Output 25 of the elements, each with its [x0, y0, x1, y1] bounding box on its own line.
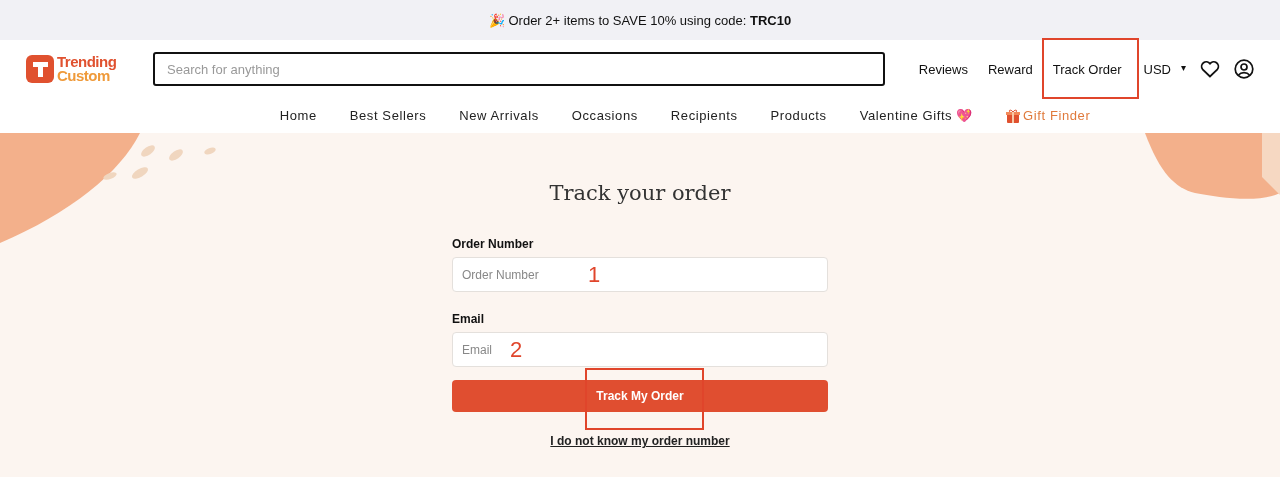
- nav-link[interactable]: Home: [279, 108, 317, 123]
- field-label: Email: [452, 312, 485, 326]
- nav-link[interactable]: Products: [770, 108, 827, 123]
- gift-icon: [1006, 108, 1021, 123]
- nav-link[interactable]: Valentine Gifts 💖: [859, 108, 974, 123]
- nav-link[interactable]: Best Sellers: [349, 108, 427, 123]
- track-my-order-button[interactable]: Track My Order: [452, 380, 828, 412]
- nav-link[interactable]: New Arrivals: [459, 108, 539, 123]
- currency-selector[interactable]: USD ▾: [1143, 61, 1186, 77]
- nav-link[interactable]: Recipients: [670, 108, 738, 123]
- heart-icon[interactable]: [1200, 60, 1220, 78]
- header-link[interactable]: Reviews: [908, 61, 978, 77]
- header-link[interactable]: Track Order: [1042, 61, 1132, 77]
- logo-icon[interactable]: [26, 55, 54, 83]
- field-label: Order Number: [452, 237, 535, 251]
- callout-number: 1: [588, 262, 601, 288]
- help-link[interactable]: I do not know my order number: [550, 434, 730, 448]
- nav-link[interactable]: Occasions: [571, 108, 638, 123]
- search-field[interactable]: Search for anything: [153, 52, 885, 86]
- callout-number: 2: [510, 337, 523, 363]
- logo-text[interactable]: Trending: [57, 55, 117, 69]
- promo-text: 🎉 Order 2+ items to SAVE 10% using code: TRC10: [488, 12, 792, 28]
- header-link[interactable]: Reward: [977, 61, 1043, 77]
- user-icon[interactable]: [1234, 59, 1254, 79]
- page-title: Track your order: [548, 181, 732, 205]
